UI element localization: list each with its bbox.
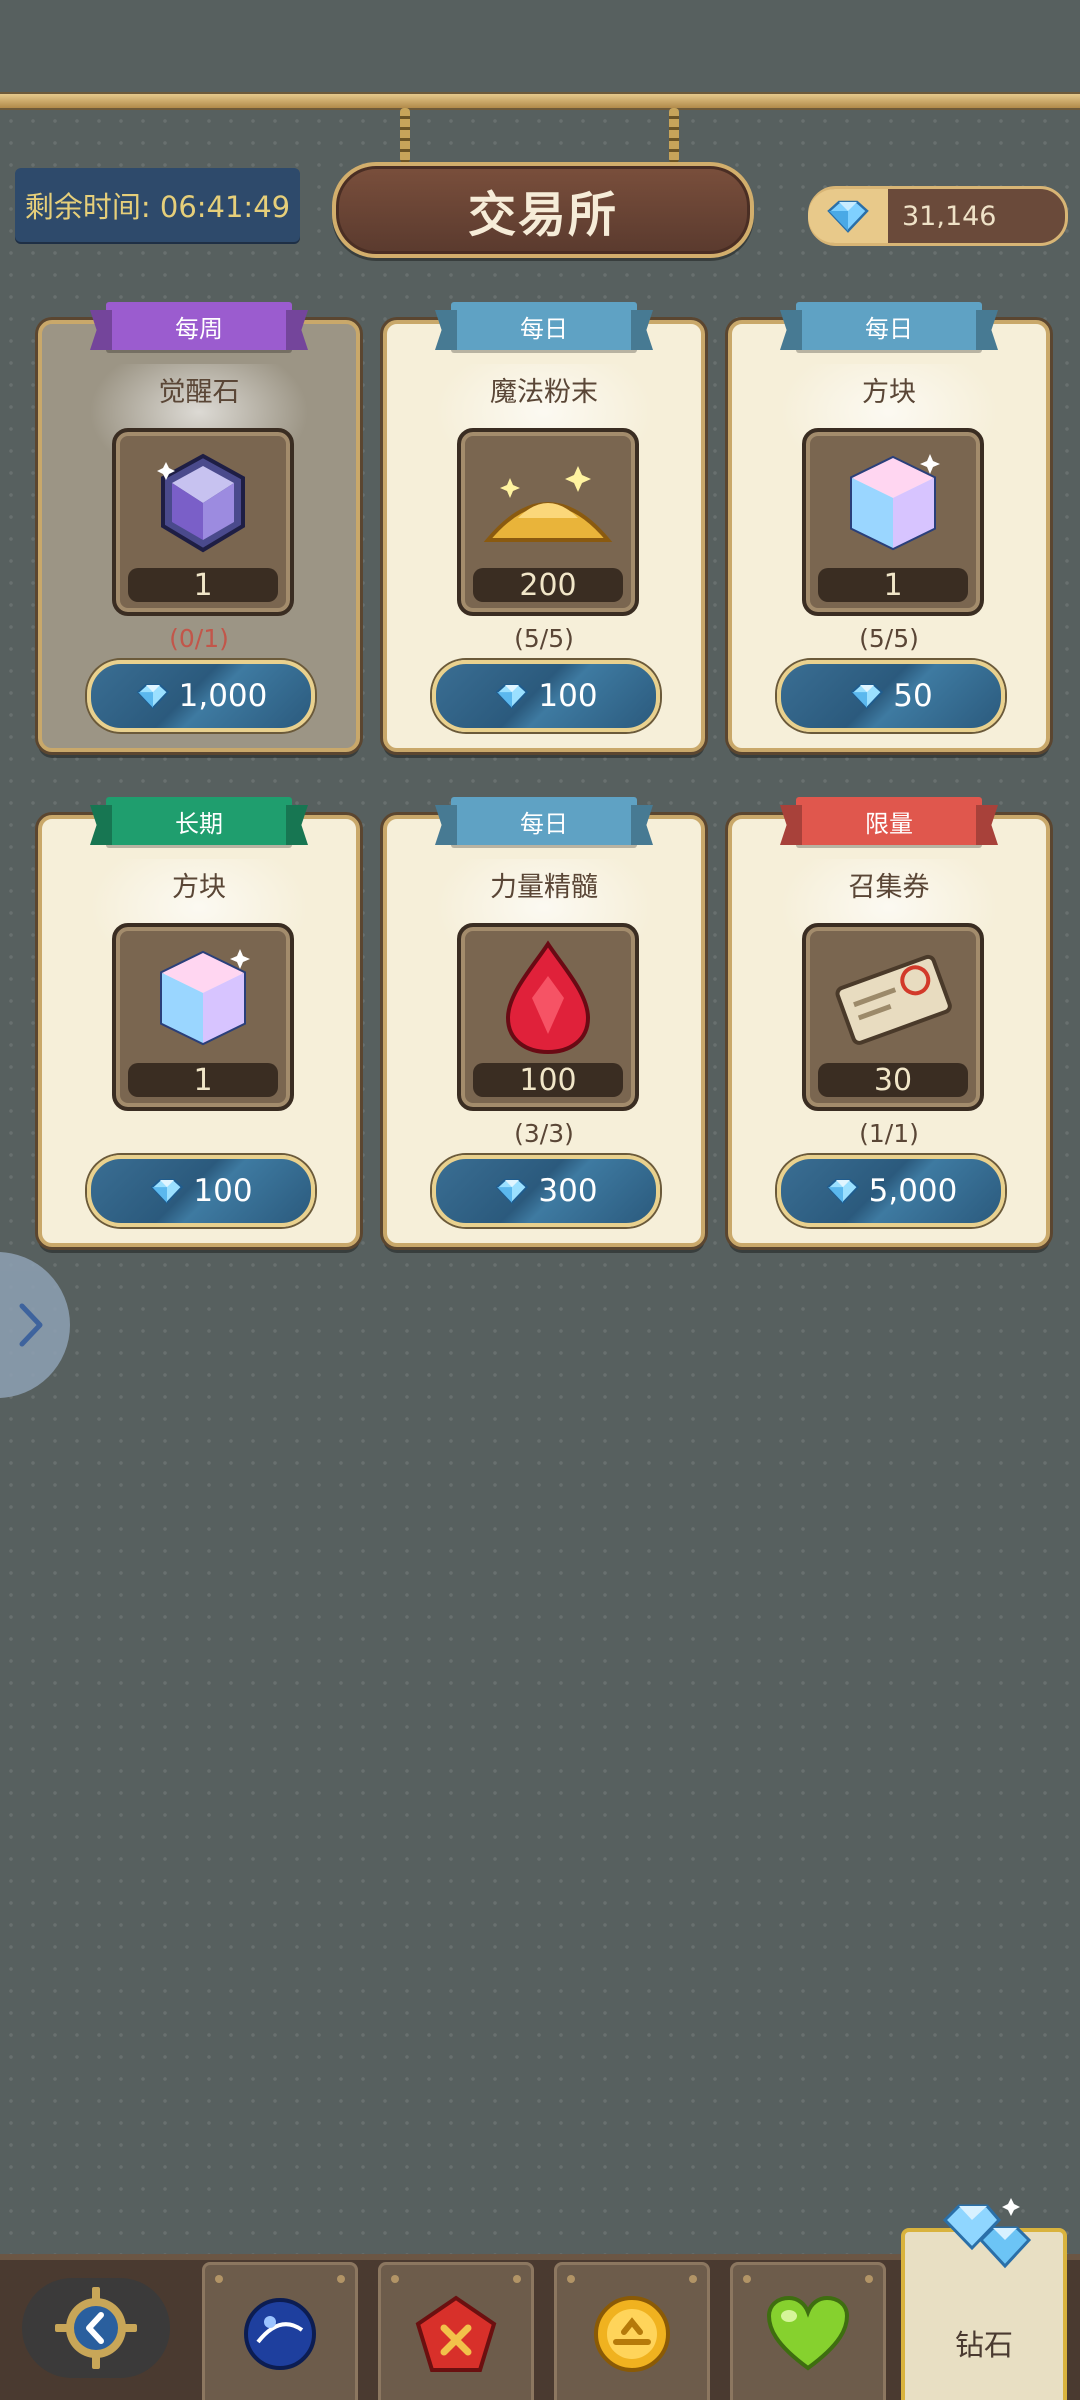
chain-right [669,108,679,163]
diamond-icon [149,1177,185,1205]
diamond-icon [849,682,885,710]
card-ribbon: 每日 [451,797,637,845]
price-value: 100 [193,1173,253,1209]
stud [567,2275,575,2283]
summon-ticket-icon [806,939,980,1057]
shop-card[interactable]: 限量召集券 30 (1/1) 5,000 [728,797,1050,1247]
item-name: 方块 [172,872,226,903]
diamonds-icon [942,2198,1032,2269]
tab-diamonds[interactable]: 钻石 [901,2198,1067,2400]
buy-button[interactable]: 5,000 [777,1155,1005,1227]
chain-left [400,108,410,163]
item-name: 魔法粉末 [490,377,598,408]
price-value: 100 [538,678,598,714]
item-icon-box: 100 [457,923,639,1111]
item-quantity: 1 [818,568,968,603]
stud [689,2275,697,2283]
diamond-icon [494,1177,530,1205]
stud [513,2275,521,2283]
shop-card[interactable]: 每日方块 1 (5/5) 50 [728,302,1050,752]
stud [337,2275,345,2283]
shop-card[interactable]: 每周觉醒石 1 (0/1) 1,000 [38,302,360,752]
awakening-stone-icon [116,444,290,562]
status-area [0,0,1080,90]
tab-gold-coin[interactable] [554,2262,710,2400]
power-essence-icon [461,939,635,1057]
price-value: 50 [893,678,933,714]
item-quantity: 1 [128,1063,278,1098]
item-icon-box: 1 [112,923,294,1111]
diamond-icon [135,682,171,710]
stud [391,2275,399,2283]
buy-button[interactable]: 100 [432,660,660,732]
stud [865,2275,873,2283]
item-name: 召集券 [848,872,930,903]
red-gem-icon [415,2295,497,2372]
card-ribbon: 每周 [106,302,292,350]
cube-icon [116,939,290,1057]
shop-card[interactable]: 每日魔法粉末 200 (5/5) 100 [383,302,705,752]
card-ribbon: 每日 [796,302,982,350]
purchase-limit: (1/1) [859,1119,919,1148]
buy-button[interactable]: 1,000 [87,660,315,732]
magic-powder-icon [461,444,635,562]
card-ribbon: 长期 [106,797,292,845]
stud [215,2275,223,2283]
blue-orb-icon [244,2298,316,2370]
item-quantity: 1 [128,568,278,603]
item-icon-box: 1 [802,428,984,616]
item-icon-box: 1 [112,428,294,616]
green-heart-icon [766,2295,850,2371]
buy-button[interactable]: 100 [87,1155,315,1227]
purchase-limit: (5/5) [514,624,574,653]
diamond-icon [494,682,530,710]
expand-side-button[interactable] [0,1252,70,1398]
item-icon-box: 200 [457,428,639,616]
diamond-balance[interactable]: 31,146 [808,186,1068,246]
item-quantity: 100 [473,1063,623,1098]
diamond-icon [808,189,888,243]
diamond-balance-value: 31,146 [902,200,997,232]
tab-blue-orb[interactable] [202,2262,358,2400]
purchase-limit: (3/3) [514,1119,574,1148]
price-value: 1,000 [178,678,268,714]
card-ribbon: 限量 [796,797,982,845]
card-ribbon: 每日 [451,302,637,350]
buy-button[interactable]: 50 [777,660,1005,732]
cube-icon [806,444,980,562]
remaining-time: 剩余时间: 06:41:49 [15,168,300,242]
item-quantity: 30 [818,1063,968,1098]
shop-card[interactable]: 长期方块 1 100 [38,797,360,1247]
back-button[interactable] [22,2278,170,2378]
diamond-icon [825,1177,861,1205]
item-icon-box: 30 [802,923,984,1111]
remaining-time-text: 剩余时间: 06:41:49 [24,190,291,224]
buy-button[interactable]: 300 [432,1155,660,1227]
shop-card[interactable]: 每日力量精髓 100 (3/3) 300 [383,797,705,1247]
page-title: 交易所 [332,162,754,258]
item-name: 力量精髓 [490,872,598,903]
tab-red-gem[interactable] [378,2262,534,2400]
stud [743,2275,751,2283]
item-name: 方块 [862,377,916,408]
price-value: 5,000 [868,1173,958,1209]
back-arrow-icon [55,2287,137,2369]
page-title-text: 交易所 [467,187,618,243]
chevron-right-icon [19,1303,43,1347]
purchase-limit: (0/1) [169,624,229,653]
tab-green-heart[interactable] [730,2262,886,2400]
header-beam [0,92,1080,110]
item-quantity: 200 [473,568,623,603]
price-value: 300 [538,1173,598,1209]
tab-diamonds-label: 钻石 [954,2328,1013,2362]
gold-coin-icon [594,2296,670,2372]
purchase-limit: (5/5) [859,624,919,653]
item-name: 觉醒石 [158,377,240,408]
